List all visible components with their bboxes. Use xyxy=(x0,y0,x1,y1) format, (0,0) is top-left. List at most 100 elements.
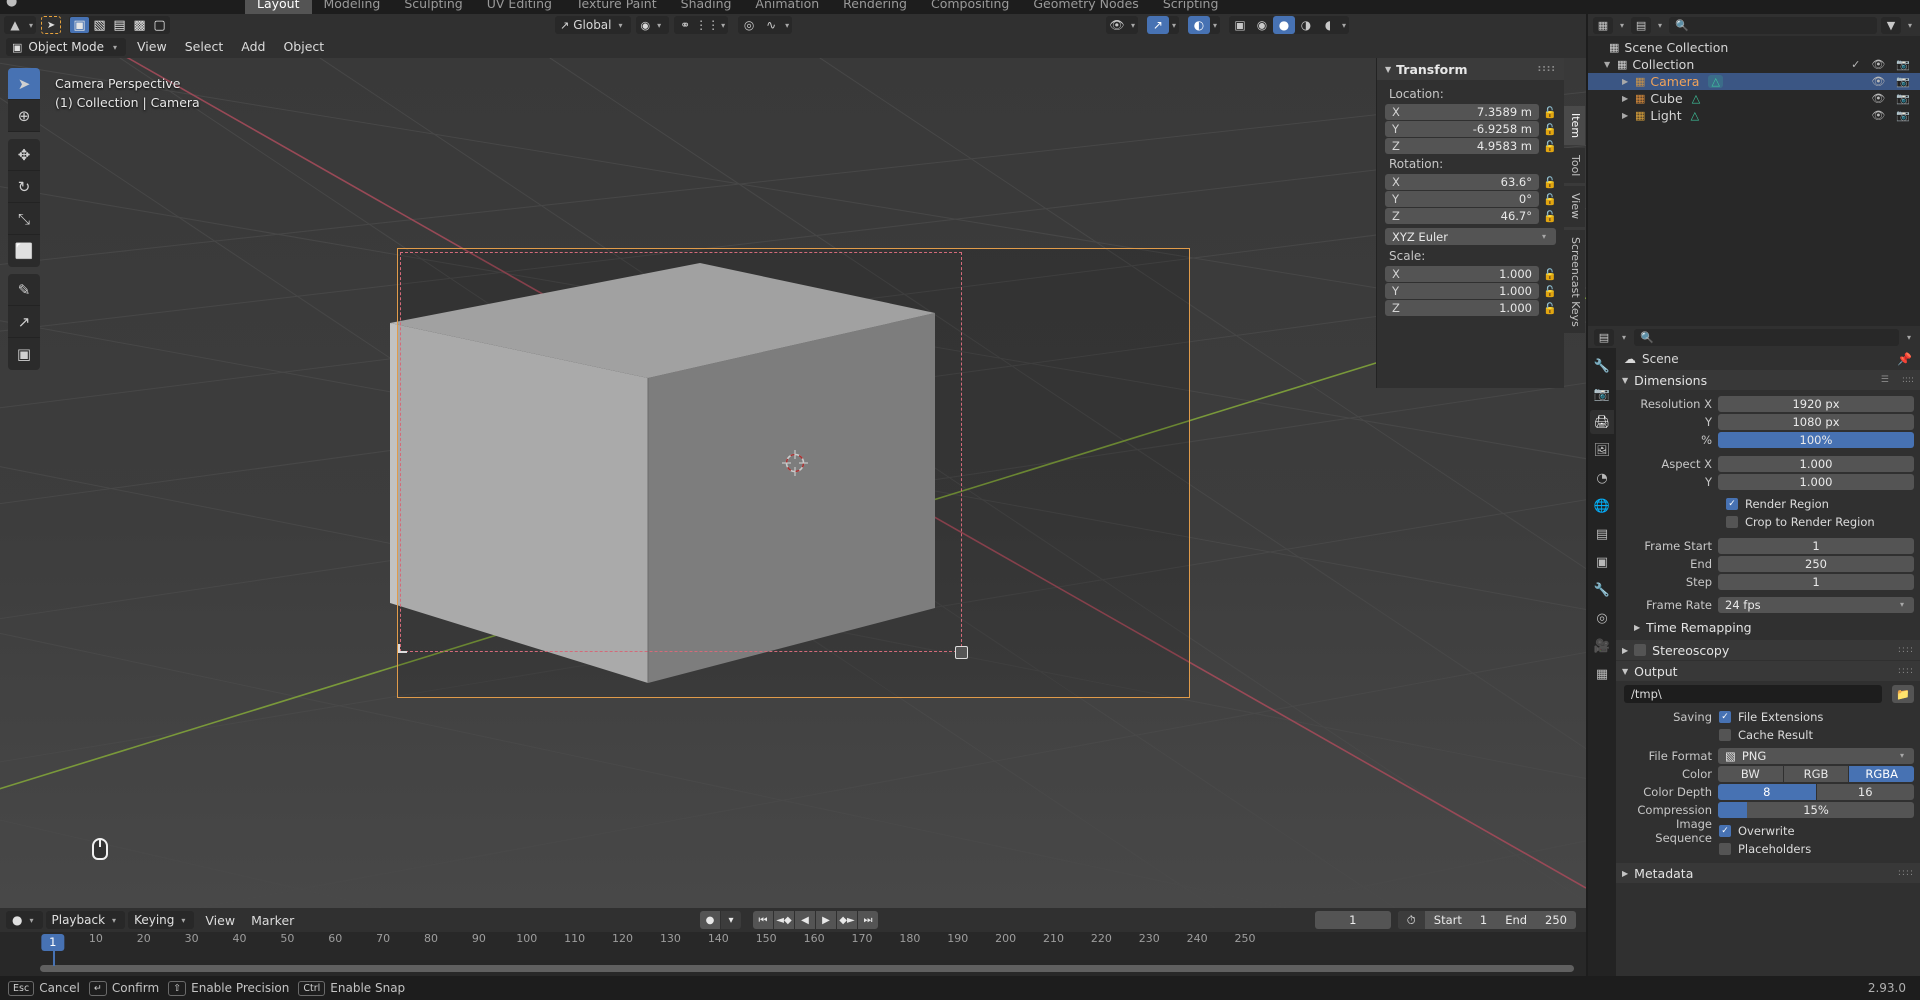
lock-icon[interactable]: 🔓 xyxy=(1543,210,1557,223)
next-keyframe-button[interactable]: ◆► xyxy=(837,911,857,929)
viewport-menu-view[interactable]: View xyxy=(128,38,176,56)
select-invert-icon[interactable]: ▩ xyxy=(130,17,149,33)
world-tab[interactable]: 🌐 xyxy=(1590,494,1614,518)
viewport-menu-select[interactable]: Select xyxy=(176,38,233,56)
workspace-tab-compositing[interactable]: Compositing xyxy=(919,0,1021,14)
select-extend-icon[interactable]: ▧ xyxy=(90,17,109,33)
disable-in-renders-icon[interactable]: 📷 xyxy=(1896,75,1910,88)
keying-dropdown[interactable]: Keying ▾ xyxy=(128,911,195,929)
workspace-tab-texture-paint[interactable]: Texture Paint xyxy=(564,0,669,14)
pivot-point-dropdown[interactable]: ◉ ▾ xyxy=(635,16,670,34)
workspace-tab-sculpting[interactable]: Sculpting xyxy=(392,0,474,14)
timeline-editor-type-dropdown[interactable]: ● ▾ xyxy=(6,911,43,929)
disclosure-triangle-icon[interactable]: ▼ xyxy=(1604,60,1617,69)
lock-icon[interactable]: 🔓 xyxy=(1543,285,1557,298)
disable-in-renders-icon[interactable]: 📷 xyxy=(1896,58,1910,71)
select-intersect-icon[interactable]: ▢ xyxy=(150,17,169,33)
workspace-tab-animation[interactable]: Animation xyxy=(743,0,831,14)
outliner-editor-type-icon[interactable]: ▦ xyxy=(1593,16,1613,34)
play-reverse-button[interactable]: ◀ xyxy=(795,911,815,929)
transform-panel-header[interactable]: ▼ Transform :::: xyxy=(1377,58,1564,80)
sidebar-tab-view[interactable]: View xyxy=(1564,186,1585,227)
lock-icon[interactable]: 🔓 xyxy=(1543,302,1557,315)
output-tab[interactable]: 🖨 xyxy=(1590,410,1614,434)
tweak-tool[interactable]: ➤ xyxy=(8,68,40,100)
disable-in-renders-icon[interactable]: 📷 xyxy=(1896,92,1910,105)
jump-to-start-button[interactable]: ⏮ xyxy=(753,911,773,929)
outliner-row-light[interactable]: ▶ ▦ Light △ 👁 📷 xyxy=(1588,107,1920,124)
placeholders-checkbox[interactable] xyxy=(1719,842,1731,855)
stereoscopy-panel-header[interactable]: ▶ Stereoscopy :::: xyxy=(1616,640,1920,660)
playback-dropdown[interactable]: Playback ▾ xyxy=(45,911,126,929)
select-box-icon[interactable]: ▣ xyxy=(70,17,90,33)
workspace-tab-layout[interactable]: Layout xyxy=(245,0,312,14)
tool-tab[interactable]: 🔧 xyxy=(1590,354,1614,378)
play-button[interactable]: ▶ xyxy=(816,911,836,929)
output-panel-header[interactable]: ▼ Output :::: xyxy=(1616,661,1920,681)
render-region-checkbox[interactable]: ✓ xyxy=(1726,497,1738,510)
shading-solid-icon[interactable]: ● xyxy=(1272,16,1295,34)
lock-icon[interactable]: 🔓 xyxy=(1543,123,1557,136)
gizmo-dropdown[interactable]: ↗ ▾ xyxy=(1146,16,1179,34)
location-x-input[interactable]: X 7.3589 m xyxy=(1385,104,1539,120)
file-extensions-checkbox[interactable]: ✓ xyxy=(1719,710,1731,723)
blender-logo-icon[interactable]: ● xyxy=(6,0,17,9)
falloff-curve-icon[interactable]: ∿ xyxy=(760,16,782,34)
dimension-input[interactable]: 1.000 xyxy=(1718,455,1914,472)
crop-to-render-region-checkbox[interactable] xyxy=(1726,515,1738,528)
disclosure-triangle-icon[interactable]: ▶ xyxy=(1622,77,1635,86)
jump-to-end-button[interactable]: ⏭ xyxy=(858,911,878,929)
transform-orientation-dropdown[interactable]: ↗ Global ▾ xyxy=(555,16,631,34)
rotate-tool[interactable]: ↻ xyxy=(8,171,40,203)
frame-input[interactable]: 250 xyxy=(1718,555,1914,572)
outliner-row-cube[interactable]: ▶ ▦ Cube △ 👁 📷 xyxy=(1588,90,1920,107)
shading-rendered-icon[interactable]: ◖ xyxy=(1317,16,1339,34)
dimension-input[interactable]: 1.000 xyxy=(1718,473,1914,490)
folder-icon[interactable]: 📁 xyxy=(1892,685,1914,703)
physics-tab[interactable]: ◎ xyxy=(1590,606,1614,630)
color-mode-option-rgb[interactable]: RGB xyxy=(1783,765,1849,782)
scale-y-input[interactable]: Y 1.000 xyxy=(1385,283,1539,299)
location-y-input[interactable]: Y -6.9258 m xyxy=(1385,121,1539,137)
scale-tool[interactable]: ⤡ xyxy=(8,203,40,235)
presets-icon[interactable]: ☰ xyxy=(1881,375,1890,385)
use-preview-range-icon[interactable]: ⏱ xyxy=(1397,911,1425,929)
metadata-panel-header[interactable]: ▶ Metadata :::: xyxy=(1616,863,1920,883)
object-data-tab[interactable]: 🎥 xyxy=(1590,634,1614,658)
collection-tab[interactable]: ▤ xyxy=(1590,522,1614,546)
render-region-handle[interactable] xyxy=(955,646,968,659)
location-z-input[interactable]: Z 4.9583 m xyxy=(1385,138,1539,154)
3d-viewport[interactable]: Camera Perspective (1) Collection | Came… xyxy=(0,58,1586,908)
hide-in-viewport-icon[interactable]: 👁 xyxy=(1871,58,1885,71)
workspace-tab-shading[interactable]: Shading xyxy=(669,0,744,14)
output-path-input[interactable]: /tmp\ xyxy=(1624,685,1882,703)
viewport-menu-add[interactable]: Add xyxy=(232,38,274,56)
hide-in-viewport-icon[interactable]: 👁 xyxy=(1871,92,1885,105)
visibility-dropdown[interactable]: 👁 ▾ xyxy=(1105,16,1138,34)
rotation-y-input[interactable]: Y 0° xyxy=(1385,191,1539,207)
timeline-menu-marker[interactable]: Marker xyxy=(243,913,302,928)
workspace-tab-rendering[interactable]: Rendering xyxy=(831,0,919,14)
lock-icon[interactable]: 🔓 xyxy=(1543,193,1557,206)
annotate-tool[interactable]: ✎ xyxy=(8,274,40,306)
select-subtract-icon[interactable]: ▤ xyxy=(110,17,129,33)
lock-icon[interactable]: 🔓 xyxy=(1543,106,1557,119)
exclude-checkbox[interactable]: ✓ xyxy=(1851,58,1860,71)
sidebar-tab-screencast-keys[interactable]: Screencast Keys xyxy=(1564,229,1585,334)
time-remapping-header[interactable]: ▶ Time Remapping xyxy=(1616,617,1920,637)
timeline-playhead[interactable] xyxy=(52,951,55,966)
rotation-z-input[interactable]: Z 46.7° xyxy=(1385,208,1539,224)
viewport-menu-object[interactable]: Object xyxy=(274,38,333,56)
timeline-playhead-label[interactable]: 1 xyxy=(41,934,65,951)
lock-icon[interactable]: 🔓 xyxy=(1543,268,1557,281)
lock-icon[interactable]: 🔓 xyxy=(1543,140,1557,153)
move-tool[interactable]: ✥ xyxy=(8,139,40,171)
disclosure-triangle-icon[interactable]: ▶ xyxy=(1622,94,1635,103)
previous-keyframe-button[interactable]: ◄◆ xyxy=(774,911,794,929)
end-frame-value[interactable]: 250 xyxy=(1536,911,1576,929)
dimension-input[interactable]: 1080 px xyxy=(1718,413,1914,430)
outliner-display-mode-icon[interactable]: ▤ xyxy=(1631,16,1652,34)
object-mode-dropdown[interactable]: ▣ Object Mode ▾ xyxy=(6,38,127,56)
transform-tool[interactable]: ⬜ xyxy=(8,235,40,267)
color-mode-option-rgba[interactable]: RGBA xyxy=(1849,765,1915,782)
